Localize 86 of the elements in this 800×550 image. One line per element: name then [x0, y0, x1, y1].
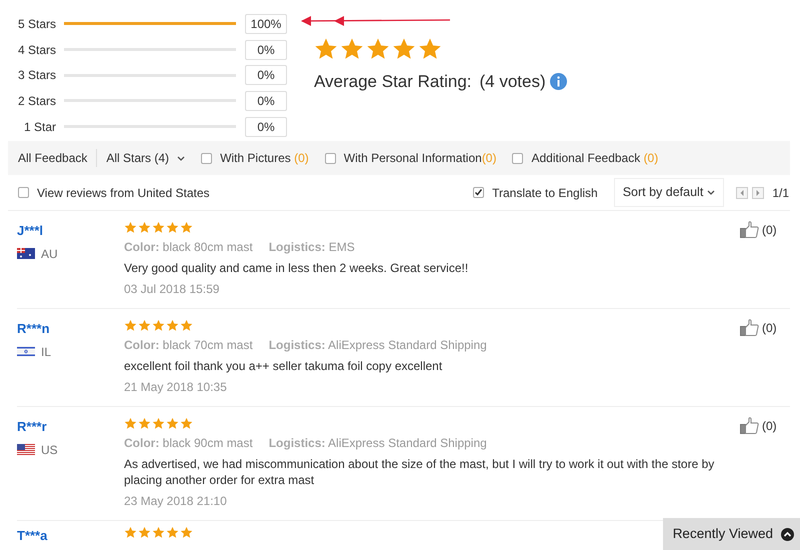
- star-icon: [180, 526, 193, 539]
- star-icon: [124, 319, 137, 332]
- star-icon: [152, 526, 165, 539]
- caret-icon: [707, 190, 716, 195]
- info-icon[interactable]: [550, 73, 567, 90]
- review-text: excellent foil thank you a++ seller takuma foil copy excellent: [124, 358, 444, 374]
- votes-count: (4 votes): [480, 71, 546, 93]
- star-icon: [392, 37, 416, 61]
- rating-label: 1 Star: [22, 118, 57, 136]
- filter-option[interactable]: With Pictures (0): [220, 149, 309, 167]
- percent-value: 0%: [245, 65, 287, 86]
- filter-option[interactable]: Additional Feedback (0): [531, 149, 658, 167]
- star-icon: [166, 526, 179, 539]
- percent-value: 0%: [245, 40, 287, 60]
- star-icon: [166, 319, 179, 332]
- option-label[interactable]: View reviews from United States: [37, 184, 210, 202]
- checkbox[interactable]: [473, 187, 484, 198]
- recently-viewed-tab[interactable]: Recently Viewed: [662, 518, 800, 550]
- average-rating-label: Average Star Rating:: [314, 71, 472, 93]
- star-icon: [166, 221, 179, 234]
- color-info: Color: black 90cm mast: [124, 435, 253, 452]
- star-icon: [124, 221, 137, 234]
- rating-label: 2 Stars: [16, 92, 57, 110]
- star-icon: [152, 221, 165, 234]
- logistics-info: Logistics: AliExpress Standard Shipping: [268, 337, 487, 354]
- star-icon: [166, 417, 179, 430]
- rating-label: 4 Stars: [16, 42, 57, 59]
- review-date: 23 May 2018 21:10: [124, 493, 227, 510]
- reviewer-name[interactable]: T***a: [17, 526, 124, 546]
- star-icon: [180, 417, 193, 430]
- star-icon: [180, 221, 193, 234]
- checkbox[interactable]: [18, 187, 29, 198]
- star-icon: [138, 221, 151, 234]
- star-icon: [124, 526, 137, 539]
- like-count: (0): [762, 222, 777, 239]
- like-count: (0): [762, 418, 777, 435]
- stars-dropdown[interactable]: All Stars (4): [106, 149, 186, 167]
- star-icon: [340, 37, 364, 61]
- chevron-up-icon: [781, 528, 794, 540]
- prev-page-icon[interactable]: [736, 186, 748, 198]
- thumbs-up-icon[interactable]: [740, 417, 760, 434]
- next-page-icon[interactable]: [752, 186, 764, 198]
- checkbox[interactable]: [324, 152, 336, 164]
- checkbox[interactable]: [512, 152, 524, 164]
- option-label[interactable]: Translate to English: [492, 184, 598, 202]
- checkbox[interactable]: [201, 152, 212, 164]
- review-date: 21 May 2018 10:35: [124, 379, 227, 396]
- reviewer-name[interactable]: R***n: [17, 319, 124, 338]
- star-icon: [366, 37, 390, 61]
- star-icon: [138, 417, 151, 430]
- reviewer-name[interactable]: R***r: [17, 417, 124, 436]
- star-icon: [138, 526, 151, 539]
- sort-dropdown[interactable]: Sort by default: [614, 178, 724, 207]
- logistics-info: Logistics: AliExpress Standard Shipping: [268, 435, 487, 452]
- star-icon: [138, 319, 151, 332]
- star-icon: [180, 319, 193, 332]
- star-icon: [152, 417, 165, 430]
- logistics-info: Logistics: EMS: [268, 239, 355, 256]
- review-text: Very good quality and came in less then 2 weeks. Great service!!: [124, 260, 470, 276]
- country-code: US: [41, 442, 58, 458]
- like-count: (0): [762, 320, 777, 337]
- color-info: Color: black 80cm mast: [124, 239, 253, 256]
- page-indicator: 1/1: [772, 184, 789, 202]
- star-icon: [418, 37, 442, 61]
- thumbs-up-icon[interactable]: [740, 221, 760, 238]
- flag-icon: [17, 346, 35, 357]
- rating-label: 5 Stars: [16, 16, 57, 33]
- color-info: Color: black 70cm mast: [124, 337, 253, 354]
- star-icon: [152, 319, 165, 332]
- percent-value: 100%: [245, 14, 287, 34]
- flag-icon: [17, 248, 35, 259]
- star-icon: [124, 417, 137, 430]
- review-date: 03 Jul 2018 15:59: [124, 281, 220, 298]
- percent-value: 0%: [245, 90, 287, 111]
- reviewer-name[interactable]: J***l: [17, 221, 124, 240]
- filter-option[interactable]: With Personal Information(0): [344, 149, 496, 167]
- rating-label: 3 Stars: [16, 67, 57, 84]
- country-code: IL: [41, 344, 52, 360]
- flag-icon: [17, 444, 35, 455]
- country-code: AU: [41, 246, 58, 262]
- percent-value: 0%: [245, 116, 287, 137]
- review-text: As advertised, we had miscommunication about the size of the mast, but I will try to work it out with the store by placing another order for extra mast: [124, 456, 716, 488]
- thumbs-up-icon[interactable]: [740, 319, 760, 336]
- star-icon: [314, 37, 338, 61]
- filter-label[interactable]: All Feedback: [18, 149, 88, 167]
- caret-icon: [177, 156, 186, 160]
